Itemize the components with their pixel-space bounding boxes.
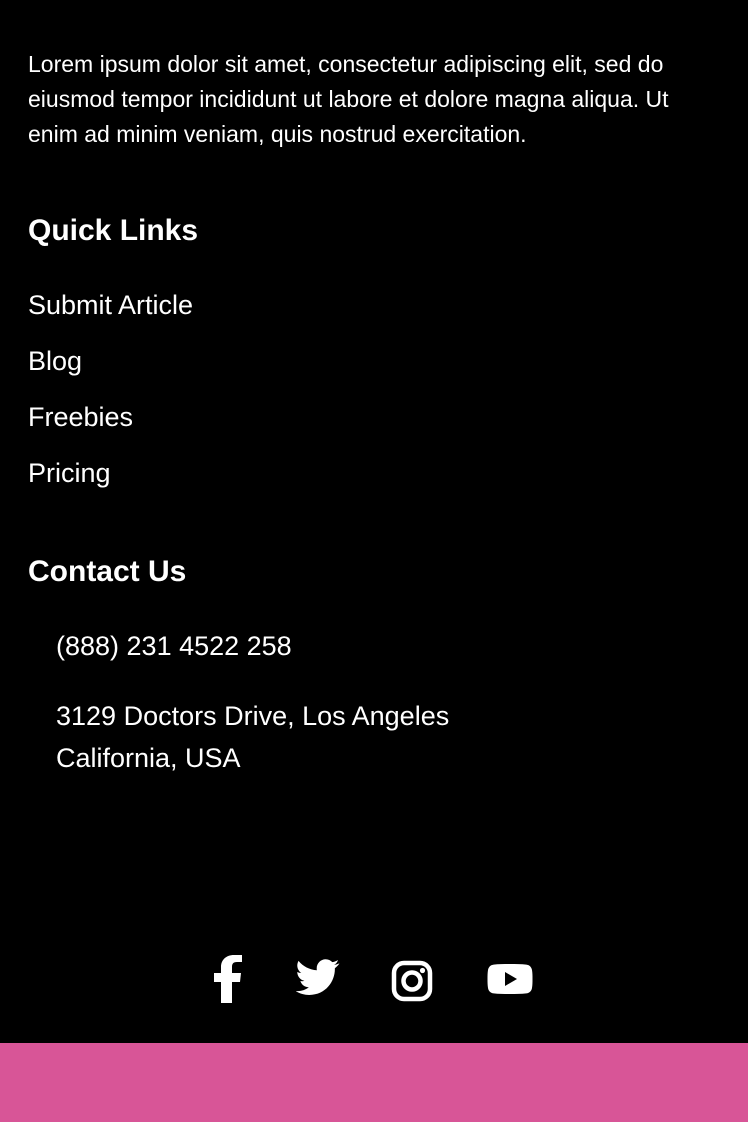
instagram-icon [391, 960, 433, 1002]
facebook-icon [214, 955, 242, 1003]
youtube-link[interactable] [486, 955, 534, 1003]
contact-heading: Contact Us [28, 555, 187, 588]
bottom-accent-band [0, 1043, 748, 1122]
contact-address-line-2: California, USA [56, 743, 241, 773]
freebies-link[interactable]: Freebies [28, 402, 133, 432]
blog-link[interactable]: Blog [28, 346, 82, 376]
youtube-icon [487, 964, 533, 994]
instagram-link[interactable] [391, 955, 433, 1003]
submit-article-link[interactable]: Submit Article [28, 290, 193, 320]
pricing-link[interactable]: Pricing [28, 458, 111, 488]
quick-link-item: Blog [28, 341, 193, 397]
twitter-icon [296, 959, 340, 995]
twitter-link[interactable] [296, 955, 340, 999]
quick-link-item: Submit Article [28, 285, 193, 341]
quick-links-list: Submit Article Blog Freebies Pricing [28, 285, 193, 509]
quick-link-item: Freebies [28, 397, 193, 453]
facebook-link[interactable] [212, 955, 244, 1003]
contact-phone: (888) 231 4522 258 [56, 631, 292, 661]
contact-address-line-1: 3129 Doctors Drive, Los Angeles [56, 701, 450, 731]
footer-description: Lorem ipsum dolor sit amet, consectetur … [28, 51, 669, 147]
quick-link-item: Pricing [28, 453, 193, 509]
quick-links-heading: Quick Links [28, 214, 199, 247]
social-links [0, 955, 748, 1007]
site-footer: Lorem ipsum dolor sit amet, consectetur … [0, 0, 748, 1043]
